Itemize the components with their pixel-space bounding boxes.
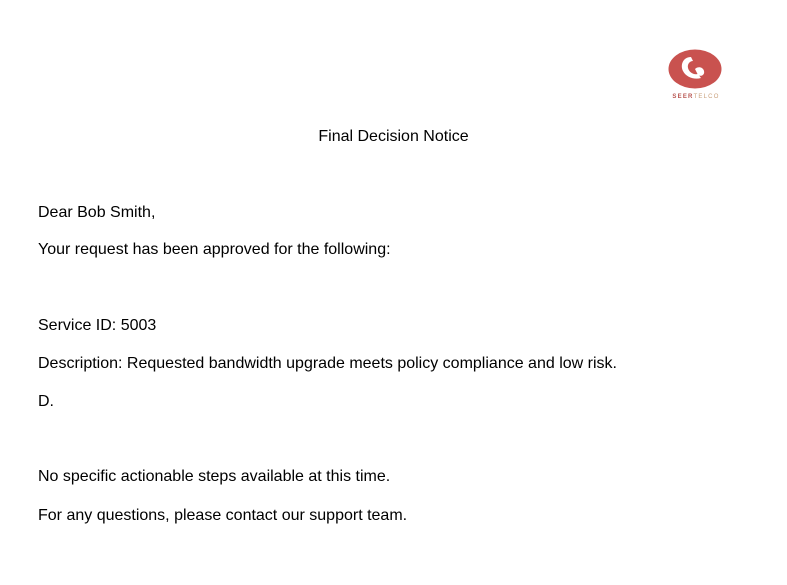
extra-note: D. xyxy=(38,393,54,410)
description: Description: Requested bandwidth upgrade… xyxy=(38,355,617,372)
brand-name: SEERTELCO xyxy=(664,94,728,100)
greeting: Dear Bob Smith, xyxy=(38,204,156,221)
company-logo: SEERTELCO xyxy=(664,47,728,107)
contact-info: For any questions, please contact our su… xyxy=(38,507,408,524)
brand-name-part2: TELCO xyxy=(693,94,720,100)
notice-title: Final Decision Notice xyxy=(318,128,469,145)
brand-name-part1: SEER xyxy=(672,94,694,100)
seertelco-logo-icon xyxy=(668,49,722,89)
next-steps: No specific actionable steps available a… xyxy=(38,468,391,485)
intro-text: Your request has been approved for the f… xyxy=(38,241,391,258)
service-id: Service ID: 5003 xyxy=(38,317,157,334)
